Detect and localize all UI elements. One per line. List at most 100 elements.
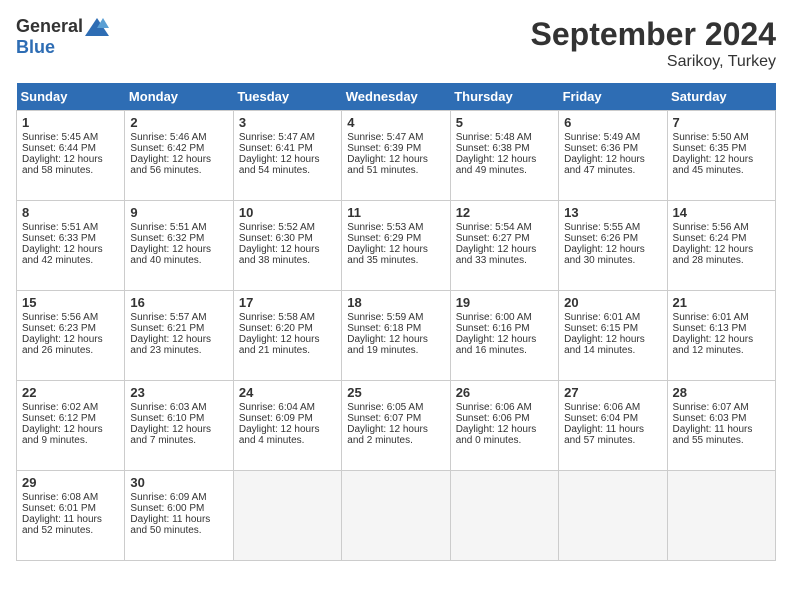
day-number: 30 xyxy=(130,475,227,490)
logo-general-text: General xyxy=(16,16,83,37)
sunrise: Sunrise: 5:54 AM xyxy=(456,222,532,233)
calendar-cell: 15Sunrise: 5:56 AMSunset: 6:23 PMDayligh… xyxy=(17,291,125,381)
daylight: Daylight: 12 hours and 40 minutes. xyxy=(130,244,211,266)
sunset: Sunset: 6:44 PM xyxy=(22,143,96,154)
sunset: Sunset: 6:39 PM xyxy=(347,143,421,154)
sunset: Sunset: 6:00 PM xyxy=(130,503,204,514)
daylight: Daylight: 12 hours and 56 minutes. xyxy=(130,154,211,176)
sunset: Sunset: 6:18 PM xyxy=(347,323,421,334)
sunset: Sunset: 6:03 PM xyxy=(673,413,747,424)
calendar-week-row: 15Sunrise: 5:56 AMSunset: 6:23 PMDayligh… xyxy=(17,291,776,381)
calendar-cell: 26Sunrise: 6:06 AMSunset: 6:06 PMDayligh… xyxy=(450,381,558,471)
day-number: 14 xyxy=(673,205,770,220)
calendar-cell: 2Sunrise: 5:46 AMSunset: 6:42 PMDaylight… xyxy=(125,111,233,201)
location: Sarikoy, Turkey xyxy=(531,53,776,71)
daylight: Daylight: 12 hours and 54 minutes. xyxy=(239,154,320,176)
daylight: Daylight: 11 hours and 55 minutes. xyxy=(673,424,753,446)
calendar-week-row: 1Sunrise: 5:45 AMSunset: 6:44 PMDaylight… xyxy=(17,111,776,201)
day-number: 9 xyxy=(130,205,227,220)
daylight: Daylight: 11 hours and 57 minutes. xyxy=(564,424,644,446)
daylight: Daylight: 12 hours and 19 minutes. xyxy=(347,334,428,356)
calendar-cell: 11Sunrise: 5:53 AMSunset: 6:29 PMDayligh… xyxy=(342,201,450,291)
calendar-cell: 10Sunrise: 5:52 AMSunset: 6:30 PMDayligh… xyxy=(233,201,341,291)
sunrise: Sunrise: 5:47 AM xyxy=(347,132,423,143)
daylight: Daylight: 12 hours and 12 minutes. xyxy=(673,334,754,356)
daylight: Daylight: 12 hours and 21 minutes. xyxy=(239,334,320,356)
daylight: Daylight: 12 hours and 0 minutes. xyxy=(456,424,537,446)
calendar-table: Sunday Monday Tuesday Wednesday Thursday… xyxy=(16,83,776,561)
sunset: Sunset: 6:30 PM xyxy=(239,233,313,244)
daylight: Daylight: 12 hours and 42 minutes. xyxy=(22,244,103,266)
calendar-cell: 22Sunrise: 6:02 AMSunset: 6:12 PMDayligh… xyxy=(17,381,125,471)
daylight: Daylight: 12 hours and 14 minutes. xyxy=(564,334,645,356)
sunrise: Sunrise: 5:52 AM xyxy=(239,222,315,233)
sunset: Sunset: 6:01 PM xyxy=(22,503,96,514)
calendar-cell: 16Sunrise: 5:57 AMSunset: 6:21 PMDayligh… xyxy=(125,291,233,381)
calendar-cell: 17Sunrise: 5:58 AMSunset: 6:20 PMDayligh… xyxy=(233,291,341,381)
calendar-cell: 8Sunrise: 5:51 AMSunset: 6:33 PMDaylight… xyxy=(17,201,125,291)
daylight: Daylight: 11 hours and 50 minutes. xyxy=(130,514,210,536)
sunrise: Sunrise: 6:06 AM xyxy=(564,402,640,413)
day-number: 10 xyxy=(239,205,336,220)
empty-cell xyxy=(233,471,341,561)
day-number: 24 xyxy=(239,385,336,400)
col-sunday: Sunday xyxy=(17,83,125,111)
sunset: Sunset: 6:13 PM xyxy=(673,323,747,334)
empty-cell xyxy=(342,471,450,561)
col-friday: Friday xyxy=(559,83,667,111)
daylight: Daylight: 12 hours and 35 minutes. xyxy=(347,244,428,266)
calendar-week-row: 29Sunrise: 6:08 AMSunset: 6:01 PMDayligh… xyxy=(17,471,776,561)
sunset: Sunset: 6:24 PM xyxy=(673,233,747,244)
sunset: Sunset: 6:36 PM xyxy=(564,143,638,154)
sunrise: Sunrise: 5:59 AM xyxy=(347,312,423,323)
sunrise: Sunrise: 5:53 AM xyxy=(347,222,423,233)
day-number: 8 xyxy=(22,205,119,220)
calendar-cell: 7Sunrise: 5:50 AMSunset: 6:35 PMDaylight… xyxy=(667,111,775,201)
sunset: Sunset: 6:20 PM xyxy=(239,323,313,334)
title-block: September 2024 Sarikoy, Turkey xyxy=(531,16,776,71)
sunrise: Sunrise: 5:56 AM xyxy=(22,312,98,323)
daylight: Daylight: 12 hours and 4 minutes. xyxy=(239,424,320,446)
calendar-cell: 25Sunrise: 6:05 AMSunset: 6:07 PMDayligh… xyxy=(342,381,450,471)
sunset: Sunset: 6:35 PM xyxy=(673,143,747,154)
sunset: Sunset: 6:07 PM xyxy=(347,413,421,424)
sunrise: Sunrise: 6:07 AM xyxy=(673,402,749,413)
sunset: Sunset: 6:26 PM xyxy=(564,233,638,244)
logo-blue-text: Blue xyxy=(16,37,55,58)
day-number: 19 xyxy=(456,295,553,310)
calendar-cell: 30Sunrise: 6:09 AMSunset: 6:00 PMDayligh… xyxy=(125,471,233,561)
day-number: 17 xyxy=(239,295,336,310)
sunset: Sunset: 6:41 PM xyxy=(239,143,313,154)
empty-cell xyxy=(559,471,667,561)
sunset: Sunset: 6:15 PM xyxy=(564,323,638,334)
sunset: Sunset: 6:32 PM xyxy=(130,233,204,244)
calendar-cell: 12Sunrise: 5:54 AMSunset: 6:27 PMDayligh… xyxy=(450,201,558,291)
calendar-cell: 28 Sunrise: 6:07 AMSunset: 6:03 PMDayligh… xyxy=(667,381,775,471)
day-number: 2 xyxy=(130,115,227,130)
sunrise: Sunrise: 5:46 AM xyxy=(130,132,206,143)
sunset: Sunset: 6:29 PM xyxy=(347,233,421,244)
day-number: 20 xyxy=(564,295,661,310)
day-number: 3 xyxy=(239,115,336,130)
col-tuesday: Tuesday xyxy=(233,83,341,111)
empty-cell xyxy=(667,471,775,561)
sunrise: Sunrise: 5:51 AM xyxy=(22,222,98,233)
calendar-week-row: 22Sunrise: 6:02 AMSunset: 6:12 PMDayligh… xyxy=(17,381,776,471)
col-saturday: Saturday xyxy=(667,83,775,111)
calendar-cell: 24Sunrise: 6:04 AMSunset: 6:09 PMDayligh… xyxy=(233,381,341,471)
day-number: 25 xyxy=(347,385,444,400)
calendar-cell: 27Sunrise: 6:06 AMSunset: 6:04 PMDayligh… xyxy=(559,381,667,471)
sunrise: Sunrise: 5:48 AM xyxy=(456,132,532,143)
sunrise: Sunrise: 5:57 AM xyxy=(130,312,206,323)
daylight: Daylight: 12 hours and 9 minutes. xyxy=(22,424,103,446)
day-number: 7 xyxy=(673,115,770,130)
col-monday: Monday xyxy=(125,83,233,111)
day-number: 16 xyxy=(130,295,227,310)
header-row: Sunday Monday Tuesday Wednesday Thursday… xyxy=(17,83,776,111)
calendar-week-row: 8Sunrise: 5:51 AMSunset: 6:33 PMDaylight… xyxy=(17,201,776,291)
calendar-cell: 6Sunrise: 5:49 AMSunset: 6:36 PMDaylight… xyxy=(559,111,667,201)
day-number: 28 xyxy=(673,385,770,400)
calendar-cell: 20Sunrise: 6:01 AMSunset: 6:15 PMDayligh… xyxy=(559,291,667,381)
day-number: 26 xyxy=(456,385,553,400)
sunset: Sunset: 6:06 PM xyxy=(456,413,530,424)
